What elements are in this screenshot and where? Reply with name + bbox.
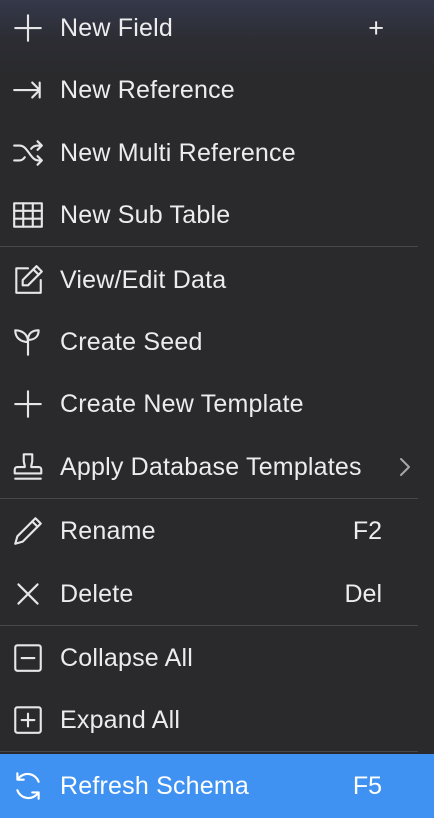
menu-item-shortcut: F5 [352, 771, 382, 800]
menu-item-label: Create Seed [60, 327, 203, 356]
menu-item-label: New Field [60, 13, 173, 42]
plus-square-icon [8, 700, 48, 740]
menu-item-refresh-schema[interactable]: Refresh Schema F5 [0, 754, 434, 818]
chevron-right-icon [396, 456, 414, 478]
menu-item-delete[interactable]: Delete Del [0, 563, 434, 625]
menu-item-create-new-template[interactable]: Create New Template [0, 373, 434, 435]
menu-item-collapse-all[interactable]: Collapse All [0, 627, 434, 689]
menu-item-label: Create New Template [60, 389, 304, 418]
minus-square-icon [8, 638, 48, 678]
menu-item-label: Apply Database Templates [60, 452, 362, 481]
menu-item-new-multi-reference[interactable]: New Multi Reference [0, 122, 434, 184]
sprout-icon [8, 322, 48, 362]
menu-item-expand-all[interactable]: Expand All [0, 689, 434, 751]
menu-item-view-edit-data[interactable]: View/Edit Data [0, 249, 434, 311]
menu-item-label: Delete [60, 579, 134, 608]
menu-item-label: Refresh Schema [60, 771, 249, 800]
menu-separator [0, 625, 418, 626]
menu-item-shortcut: Del [344, 579, 382, 608]
menu-item-label: View/Edit Data [60, 265, 227, 294]
shuffle-icon [8, 133, 48, 173]
plus-icon [8, 8, 48, 48]
menu-item-label: Collapse All [60, 643, 194, 672]
context-menu: New Field + New Reference New Multi Refe… [0, 0, 434, 818]
stamp-icon [8, 447, 48, 487]
table-icon [8, 195, 48, 235]
arrow-right-icon [8, 70, 48, 110]
menu-item-label: New Reference [60, 75, 235, 104]
menu-item-label: Rename [60, 516, 156, 545]
menu-separator [0, 246, 418, 247]
menu-separator [0, 498, 418, 499]
close-icon [8, 574, 48, 614]
menu-separator [0, 751, 418, 752]
pencil-icon [8, 511, 48, 551]
menu-item-new-sub-table[interactable]: New Sub Table [0, 184, 434, 246]
edit-square-icon [8, 260, 48, 300]
menu-item-label: New Sub Table [60, 200, 231, 229]
menu-item-new-field[interactable]: New Field + [0, 0, 434, 59]
menu-item-shortcut: + [368, 12, 384, 43]
menu-item-label: Expand All [60, 705, 181, 734]
menu-item-new-reference[interactable]: New Reference [0, 59, 434, 121]
menu-item-apply-database-templates[interactable]: Apply Database Templates [0, 436, 434, 498]
menu-item-create-seed[interactable]: Create Seed [0, 311, 434, 373]
menu-item-shortcut: F2 [352, 516, 382, 545]
menu-item-rename[interactable]: Rename F2 [0, 500, 434, 562]
plus-icon [8, 384, 48, 424]
refresh-icon [8, 766, 48, 806]
menu-item-label: New Multi Reference [60, 138, 296, 167]
